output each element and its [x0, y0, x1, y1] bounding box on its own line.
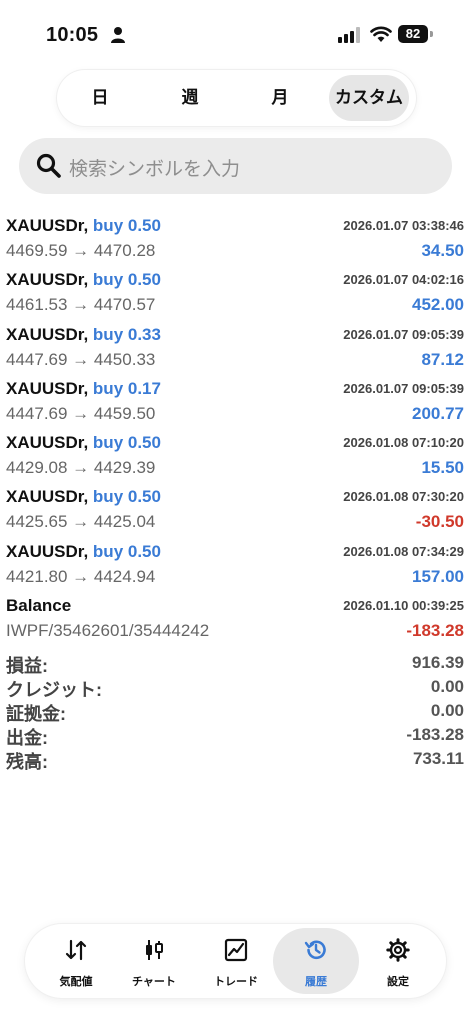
battery-level: 82 — [405, 26, 421, 41]
balance-row[interactable]: Balance 2026.01.10 00:39:25 IWPF/3546260… — [0, 592, 472, 646]
deal-date: 2026.01.07 09:05:39 — [343, 380, 464, 396]
deal-profit: -183.28 — [406, 621, 464, 641]
nav-settings[interactable]: 設定 — [359, 928, 437, 994]
deal-type: buy 0.50 — [92, 541, 161, 561]
deal-date: 2026.01.08 07:34:29 — [343, 543, 464, 559]
settings-gear-icon — [386, 938, 410, 962]
deal-type: buy 0.50 — [92, 270, 161, 290]
deal-prices: 4421.80 → 4424.94 — [6, 566, 156, 586]
deal-prices: 4469.59 → 4470.28 — [6, 241, 156, 260]
period-tabs: 日 週 月 カスタム — [57, 70, 416, 126]
deal-date: 2026.01.07 04:02:16 — [343, 272, 464, 288]
nav-label: 気配値 — [59, 976, 93, 988]
account-summary: 損益: 916.39 クレジット: 0.00 証拠金: 0.00 出金: -18… — [0, 652, 472, 772]
deal-symbol: XAUUSDr, — [6, 378, 89, 398]
deal-type: buy 0.50 — [92, 433, 161, 453]
tab-week[interactable]: 週 — [155, 75, 225, 121]
deal-prices: 4425.65 → 4425.04 — [6, 512, 156, 532]
deal-profit: 452.00 — [412, 295, 464, 315]
deal-symbol: XAUUSDr, — [6, 433, 89, 453]
deal-prices: 4429.08 → 4429.39 — [6, 458, 156, 478]
summary-label: クレジット: — [6, 680, 102, 700]
candlestick-chart-icon — [146, 940, 163, 960]
deal-row[interactable]: XAUUSDr, buy 0.50 2026.01.08 07:34:29 44… — [0, 538, 472, 592]
deal-profit: 15.50 — [421, 458, 464, 478]
nav-history[interactable]: 履歴 — [273, 928, 359, 994]
nav-label: 履歴 — [305, 976, 327, 988]
trade-line-chart-icon — [224, 938, 248, 962]
deal-profit: 200.77 — [412, 403, 464, 423]
summary-row-balance: 残高: 733.11 — [0, 748, 472, 772]
nav-chart[interactable]: チャート — [115, 928, 193, 994]
deal-row[interactable]: XAUUSDr, buy 0.17 2026.01.07 09:05:39 44… — [0, 375, 472, 429]
nav-trade[interactable]: トレード — [197, 928, 275, 994]
summary-row-deposit: 証拠金: 0.00 — [0, 700, 472, 724]
deal-type: buy 0.50 — [92, 216, 161, 235]
deal-symbol: XAUUSDr, — [6, 324, 89, 344]
cellular-signal-icon — [338, 27, 360, 43]
status-time: 10:05 — [46, 24, 99, 46]
deal-date: 2026.01.07 03:38:46 — [343, 218, 464, 233]
summary-row-credit: クレジット: 0.00 — [0, 676, 472, 700]
deal-row[interactable]: XAUUSDr, buy 0.50 2026.01.07 03:38:46 44… — [0, 212, 472, 266]
deal-profit: 87.12 — [421, 349, 464, 369]
search-input[interactable]: 検索シンボルを入力 — [19, 138, 452, 194]
tab-custom[interactable]: カスタム — [329, 75, 409, 121]
deals-list: XAUUSDr, buy 0.50 2026.01.07 03:38:46 44… — [0, 212, 472, 646]
summary-value: 916.39 — [412, 653, 464, 672]
deal-row[interactable]: XAUUSDr, buy 0.50 2026.01.08 07:30:20 44… — [0, 483, 472, 537]
deal-type: buy 0.50 — [92, 487, 161, 507]
deal-symbol: XAUUSDr, — [6, 216, 89, 235]
deal-date: 2026.01.08 07:30:20 — [343, 489, 464, 505]
deal-symbol: XAUUSDr, — [6, 270, 89, 290]
balance-label: Balance — [6, 596, 72, 616]
deal-profit: 34.50 — [421, 241, 464, 260]
deal-symbol: XAUUSDr, — [6, 487, 89, 507]
deal-type: buy 0.17 — [92, 378, 161, 398]
summary-label: 残高: — [6, 752, 48, 772]
nav-label: トレード — [214, 976, 258, 988]
deal-row[interactable]: XAUUSDr, buy 0.50 2026.01.07 04:02:16 44… — [0, 266, 472, 320]
nav-label: 設定 — [387, 976, 409, 988]
history-clock-icon — [304, 940, 326, 960]
deal-row[interactable]: XAUUSDr, buy 0.50 2026.01.08 07:10:20 44… — [0, 429, 472, 483]
balance-comment: IWPF/35462601/35444242 — [6, 621, 210, 641]
deal-prices: 4461.53 → 4470.57 — [6, 295, 156, 315]
deal-prices: 4447.69 → 4450.33 — [6, 349, 156, 369]
deal-date: 2026.01.08 07:10:20 — [343, 435, 464, 451]
deal-type: buy 0.33 — [92, 324, 161, 344]
search-placeholder: 検索シンボルを入力 — [69, 159, 241, 180]
deal-profit: -30.50 — [415, 512, 464, 532]
deal-profit: 157.00 — [412, 566, 464, 586]
deal-date: 2026.01.07 09:05:39 — [343, 326, 464, 342]
summary-value: -183.28 — [406, 725, 464, 744]
summary-value: 0.00 — [430, 677, 464, 696]
wifi-icon — [370, 26, 392, 42]
summary-label: 出金: — [6, 728, 48, 748]
deal-symbol: XAUUSDr, — [6, 541, 89, 561]
nav-label: チャート — [132, 976, 176, 988]
summary-label: 損益: — [6, 656, 48, 676]
tab-day[interactable]: 日 — [65, 75, 135, 121]
deal-row[interactable]: XAUUSDr, buy 0.33 2026.01.07 09:05:39 44… — [0, 321, 472, 375]
summary-row-withdrawal: 出金: -183.28 — [0, 724, 472, 748]
quotes-arrows-icon — [65, 939, 87, 961]
summary-value: 733.11 — [412, 749, 464, 768]
deal-date: 2026.01.10 00:39:25 — [343, 598, 464, 614]
person-icon — [111, 27, 125, 43]
summary-row-profit: 損益: 916.39 — [0, 652, 472, 676]
search-icon — [36, 153, 61, 178]
summary-label: 証拠金: — [6, 704, 66, 724]
deal-prices: 4447.69 → 4459.50 — [6, 403, 156, 423]
bottom-nav: 気配値 チャート トレード 履歴 設定 — [25, 924, 446, 998]
summary-value: 0.00 — [430, 701, 464, 720]
tab-month[interactable]: 月 — [245, 75, 315, 121]
status-bar: 10:05 82 — [0, 0, 472, 70]
nav-quotes[interactable]: 気配値 — [37, 928, 115, 994]
